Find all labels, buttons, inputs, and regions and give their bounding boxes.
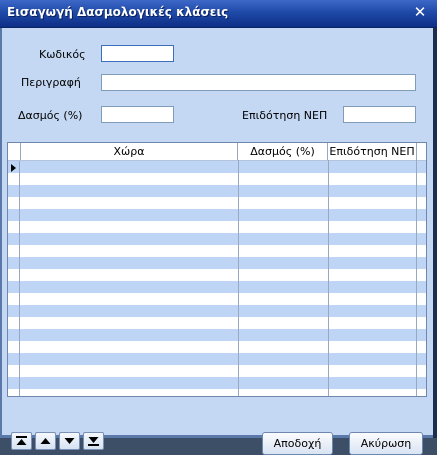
row-indicator[interactable] (8, 185, 20, 197)
duty-input[interactable] (101, 106, 174, 123)
column-divider (328, 160, 329, 396)
row-indicator[interactable] (8, 173, 20, 185)
window-title: Εισαγωγή Δασμολογικές κλάσεις (7, 5, 229, 19)
description-input[interactable] (101, 74, 416, 91)
code-label: Κωδικός (39, 48, 86, 61)
row-indicator[interactable] (8, 257, 20, 269)
table-row[interactable] (8, 293, 426, 305)
column-header-duty[interactable]: Δασμός (%) (238, 143, 328, 160)
nav-down-icon (64, 438, 75, 444)
row-indicator[interactable] (8, 161, 20, 173)
code-input[interactable] (101, 45, 174, 62)
table-row[interactable] (8, 269, 426, 281)
table-row[interactable] (8, 353, 426, 365)
nav-next-button[interactable] (59, 432, 80, 450)
table-row[interactable] (8, 221, 426, 233)
table-row[interactable] (8, 185, 426, 197)
row-indicator[interactable] (8, 377, 20, 389)
dialog-footer: Αποδοχή Ακύρωση (7, 397, 427, 455)
row-indicator[interactable] (8, 233, 20, 245)
row-indicator[interactable] (8, 209, 20, 221)
nav-prev-button[interactable] (35, 432, 56, 450)
nav-up-icon (40, 438, 51, 444)
table-row[interactable] (8, 197, 426, 209)
table-row[interactable] (8, 233, 426, 245)
table-row[interactable] (8, 245, 426, 257)
description-label: Περιγραφή (21, 76, 81, 89)
column-header-country[interactable]: Χώρα (21, 143, 238, 160)
window-border (433, 28, 437, 438)
subsidy-input[interactable] (343, 106, 416, 123)
row-indicator[interactable] (8, 389, 20, 396)
cancel-button[interactable]: Ακύρωση (349, 432, 423, 455)
row-indicator[interactable] (8, 317, 20, 329)
close-icon[interactable]: ✕ (413, 5, 427, 20)
title-bar[interactable]: Εισαγωγή Δασμολογικές κλάσεις ✕ (0, 0, 437, 28)
row-indicator[interactable] (8, 293, 20, 305)
row-indicator[interactable] (8, 269, 20, 281)
table-row[interactable] (8, 317, 426, 329)
grid-corner (8, 143, 21, 160)
table-row[interactable] (8, 341, 426, 353)
table-row[interactable] (8, 257, 426, 269)
row-indicator[interactable] (8, 197, 20, 209)
duty-label: Δασμός (%) (18, 109, 83, 122)
tariff-grid[interactable]: Χώρα Δασμός (%) Επιδότηση ΝΕΠ (7, 142, 427, 397)
table-row[interactable] (8, 305, 426, 317)
column-header-subsidy[interactable]: Επιδότηση ΝΕΠ (328, 143, 417, 160)
row-indicator[interactable] (8, 281, 20, 293)
row-indicator[interactable] (8, 353, 20, 365)
nav-last-button[interactable] (83, 432, 104, 450)
row-indicator[interactable] (8, 221, 20, 233)
column-divider (238, 160, 239, 396)
table-row[interactable] (8, 377, 426, 389)
row-indicator[interactable] (8, 329, 20, 341)
table-row[interactable] (8, 389, 426, 396)
row-indicator[interactable] (8, 305, 20, 317)
nav-first-button[interactable] (11, 432, 32, 450)
grid-header: Χώρα Δασμός (%) Επιδότηση ΝΕΠ (8, 143, 426, 161)
table-row[interactable] (8, 365, 426, 377)
current-row-indicator-icon (11, 164, 16, 172)
row-indicator[interactable] (8, 245, 20, 257)
row-indicator[interactable] (8, 365, 20, 377)
accept-button[interactable]: Αποδοχή (262, 432, 333, 455)
row-indicator[interactable] (8, 341, 20, 353)
table-row[interactable] (8, 329, 426, 341)
table-row[interactable] (8, 173, 426, 185)
table-row[interactable] (8, 209, 426, 221)
subsidy-label: Επιδότηση ΝΕΠ (242, 109, 328, 122)
table-row[interactable] (8, 161, 426, 173)
dialog-body: Κωδικός Περιγραφή Δασμός (%) Επιδότηση Ν… (2, 28, 433, 455)
table-row[interactable] (8, 281, 426, 293)
column-divider (416, 160, 417, 396)
